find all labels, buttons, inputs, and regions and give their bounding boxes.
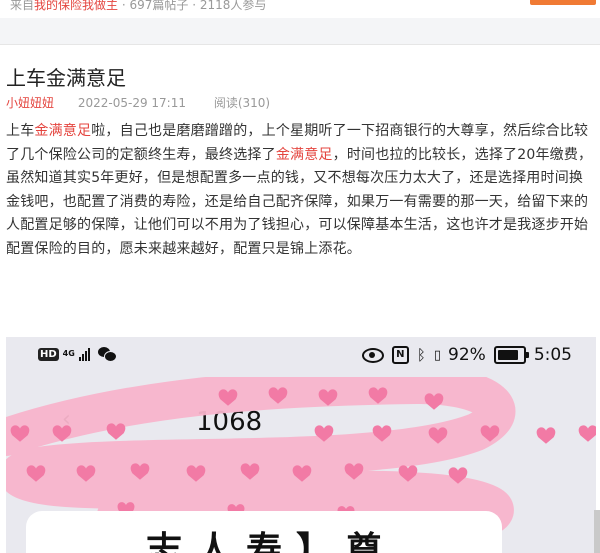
join-board-button[interactable] bbox=[530, 0, 596, 5]
phone-message-card: 志人寿】尊 bbox=[26, 511, 502, 553]
section-separator bbox=[0, 18, 600, 45]
status-right-group: N ᛒ ▯ 92% 5:05 bbox=[361, 345, 572, 365]
from-prefix: 来自 bbox=[10, 0, 35, 12]
view-count: 阅读(310) bbox=[213, 96, 271, 110]
signal-icon bbox=[78, 347, 90, 361]
post-title: 上车金满意足 bbox=[6, 66, 126, 90]
body-text: ，时间也拉的比较长，选择了20年缴费，虽然知道其实5年更好，但是想配置多一点的钱… bbox=[6, 146, 593, 257]
wechat-icon bbox=[97, 347, 117, 362]
vibrate-icon: ▯ bbox=[433, 347, 441, 363]
product-keyword-link[interactable]: 金满意足 bbox=[276, 147, 333, 163]
battery-percent: 92% bbox=[448, 345, 486, 365]
embedded-phone-screenshot: HD 4G N ᛒ ▯ 92% 5:05 ‹ 1068 志人寿】尊 bbox=[6, 337, 596, 553]
post-body: 上车金满意足啦，自己也是磨磨蹭蹭的，上个星期听了一下招商银行的大尊享，然后综合比… bbox=[6, 120, 594, 261]
heart-icon bbox=[536, 427, 556, 444]
page-scrollbar[interactable] bbox=[594, 510, 600, 553]
network-type-label: 4G bbox=[62, 349, 75, 358]
heart-icon bbox=[578, 425, 596, 442]
post-meta: 小妞妞妞 2022-05-29 17:11 阅读(310) bbox=[6, 94, 270, 111]
body-text: 上车 bbox=[6, 123, 35, 139]
bluetooth-icon: ᛒ bbox=[416, 346, 426, 364]
status-left-group: HD 4G bbox=[38, 347, 117, 362]
board-meta: 来自我的保险我做主 · 697篇帖子 · 2118人参与 bbox=[10, 0, 266, 13]
board-link[interactable]: 我的保险我做主 bbox=[34, 0, 118, 12]
card-partial-text: 志人寿】尊 bbox=[146, 530, 397, 553]
post-date: 2022-05-29 17:11 bbox=[77, 96, 186, 110]
hd-icon: HD bbox=[38, 347, 59, 361]
board-info-strip: 来自我的保险我做主 · 697篇帖子 · 2118人参与 bbox=[0, 0, 600, 18]
clock-time: 5:05 bbox=[533, 345, 572, 365]
phone-status-bar: HD 4G N ᛒ ▯ 92% 5:05 bbox=[6, 337, 596, 379]
product-keyword-link[interactable]: 金满意足 bbox=[34, 123, 91, 139]
board-stats: · 697篇帖子 · 2118人参与 bbox=[118, 0, 267, 12]
eye-comfort-icon bbox=[361, 347, 384, 363]
battery-icon bbox=[493, 346, 529, 364]
author-link[interactable]: 小妞妞妞 bbox=[6, 96, 54, 110]
nfc-icon: N bbox=[391, 346, 409, 364]
